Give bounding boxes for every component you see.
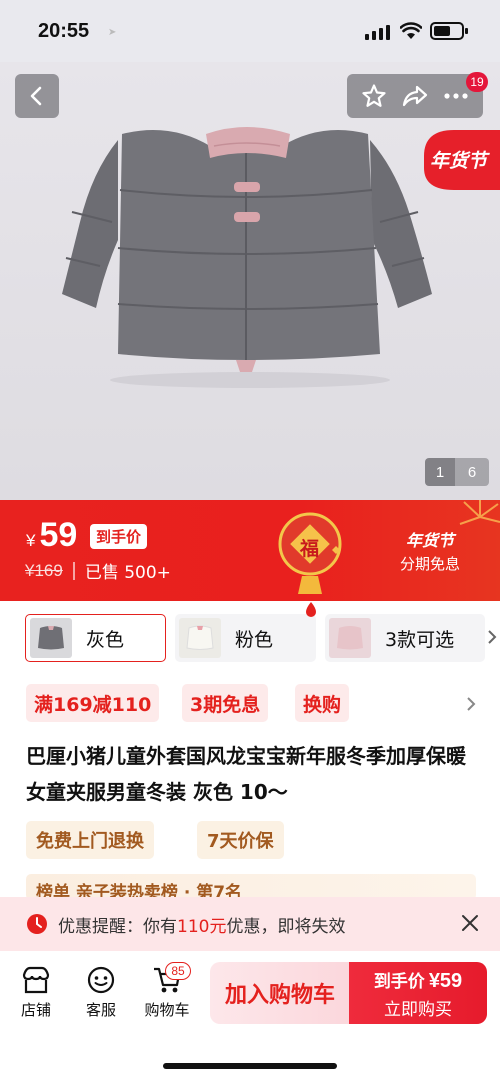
fu-lantern-icon: 福 xyxy=(272,504,352,598)
store-label: 店铺 xyxy=(20,1001,51,1019)
guarantee-price-protect[interactable]: 7天价保 xyxy=(197,821,284,859)
location-arrow-icon: ➤ xyxy=(108,27,117,38)
cart-count-badge: 85 xyxy=(165,962,191,980)
buy-price-row: 到手价 ¥59 xyxy=(374,967,462,993)
battery-icon xyxy=(430,22,468,40)
promo-discount[interactable]: 满169减110 xyxy=(26,684,160,722)
currency-symbol: ¥ xyxy=(26,531,36,550)
color-options: 灰色 粉色 3款可选 xyxy=(0,601,500,673)
option-thumbnail xyxy=(30,618,72,658)
promo-exchange[interactable]: 换购 xyxy=(295,684,350,722)
sold-count: 已售 500+ xyxy=(84,563,171,583)
message-count-badge: 19 xyxy=(466,72,488,92)
cart-label: 购物车 xyxy=(144,1001,190,1019)
festival-title: 年货节 xyxy=(406,531,455,550)
add-to-cart-button[interactable]: 加入购物车 xyxy=(210,962,350,1024)
reminder-text: 优惠提醒：你有110元优惠，即将失效 xyxy=(58,912,345,937)
status-time: 20:55 xyxy=(38,20,90,42)
hot-flame-icon xyxy=(306,602,316,617)
wifi-icon xyxy=(400,22,422,39)
original-price-row: ¥169 已售 500+ xyxy=(25,558,171,584)
jacket-thumb-gray xyxy=(38,626,64,650)
customer-service-icon xyxy=(87,966,115,994)
clock-icon xyxy=(27,914,47,934)
store-tab[interactable]: 店铺 xyxy=(12,965,60,1020)
promo-row[interactable]: 满169减110 3期免息 换购 xyxy=(0,680,500,726)
option-label: 3款可选 xyxy=(385,628,455,651)
buy-now-button[interactable]: 到手价 ¥59 立即购买 xyxy=(349,962,487,1024)
current-price: 59 xyxy=(39,516,78,554)
service-tab[interactable]: 客服 xyxy=(77,965,125,1020)
image-counter: 1 6 xyxy=(425,458,489,486)
option-label: 灰色 xyxy=(86,628,125,651)
option-pink[interactable]: 粉色 xyxy=(175,614,316,662)
status-bar: 20:55 ➤ xyxy=(0,0,500,62)
share-button[interactable] xyxy=(398,79,432,113)
home-indicator[interactable] xyxy=(163,1063,337,1069)
divider xyxy=(72,561,75,580)
guarantee-free-return[interactable]: 免费上门退换 xyxy=(26,821,154,859)
more-dots-icon xyxy=(444,93,468,99)
top-actions-bar xyxy=(347,74,483,118)
service-label: 客服 xyxy=(85,1001,116,1019)
chevron-left-icon xyxy=(30,86,42,106)
jacket-thumb-white xyxy=(186,625,214,650)
reminder-suffix: 优惠，即将失效 xyxy=(226,916,346,937)
option-gray[interactable]: 灰色 xyxy=(25,614,166,662)
buy-now-label: 立即购买 xyxy=(384,999,452,1020)
reminder-prefix: 优惠提醒：你有 xyxy=(58,916,177,937)
image-total-count: 6 xyxy=(455,458,489,486)
store-icon xyxy=(22,966,50,994)
promo-installment[interactable]: 3期免息 xyxy=(182,684,269,722)
coupon-reminder[interactable]: 优惠提醒：你有110元优惠，即将失效 xyxy=(0,897,500,951)
installment-badge[interactable]: 年货节 分期免息 xyxy=(400,527,460,574)
buy-price: ¥59 xyxy=(428,969,463,992)
chevron-right-icon[interactable] xyxy=(466,696,476,712)
option-thumbnail xyxy=(329,618,371,658)
price-row: ¥ 59 xyxy=(26,516,77,555)
buy-price-label: 到手价 xyxy=(373,971,425,992)
fu-character: 福 xyxy=(300,538,320,560)
star-icon xyxy=(362,84,386,107)
share-arrow-icon xyxy=(402,85,428,107)
favorite-button[interactable] xyxy=(357,79,391,113)
back-button[interactable] xyxy=(15,74,59,118)
product-title: 巴厘小猪儿童外套国风龙宝宝新年服冬季加厚保暖女童夹服男童冬装 灰色 10～ xyxy=(26,744,466,804)
close-icon[interactable] xyxy=(460,913,480,933)
jacket-thumb-pink xyxy=(337,626,363,650)
nianhuo-festival-tag[interactable]: 年货节 xyxy=(414,124,500,196)
option-label: 粉色 xyxy=(235,628,274,651)
reminder-amount: 110元 xyxy=(177,916,227,937)
option-thumbnail xyxy=(179,618,221,658)
option-more[interactable]: 3款可选 xyxy=(325,614,497,662)
original-price: ¥169 xyxy=(25,560,63,580)
image-current-index: 1 xyxy=(425,458,455,486)
chevron-right-icon xyxy=(488,630,497,644)
festival-tag-label: 年货节 xyxy=(430,150,488,172)
price-tag-label: 到手价 xyxy=(90,524,148,549)
installment-label: 分期免息 xyxy=(400,555,461,573)
cellular-signal-icon xyxy=(365,24,390,40)
